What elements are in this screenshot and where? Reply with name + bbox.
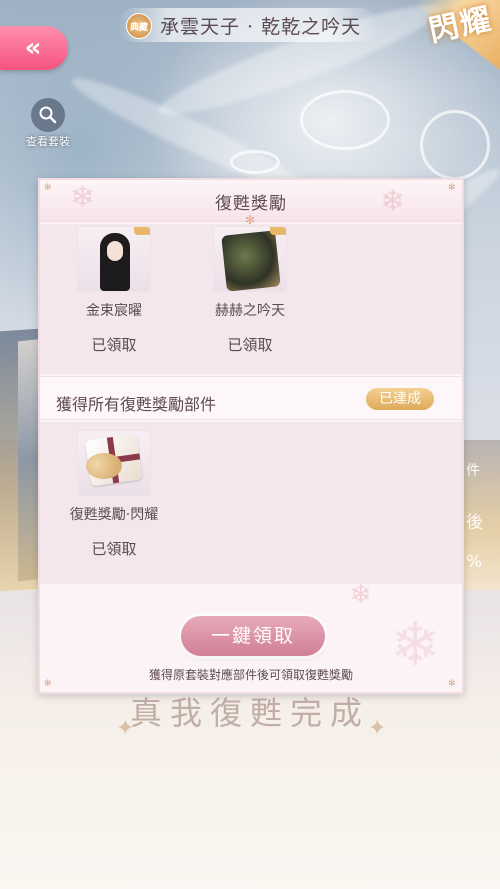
section-bar: 獲得所有復甦獎勵部件 已達成 <box>40 376 462 420</box>
double-chevron-left-icon: « <box>24 33 42 63</box>
section-title: 獲得所有復甦獎勵部件 <box>56 395 217 414</box>
search-icon <box>31 98 65 132</box>
reward-name: 金束宸曜 <box>86 303 142 319</box>
side-text-3: % <box>466 552 483 572</box>
side-text-2: 後 <box>466 513 483 533</box>
reward-thumbnail <box>77 226 151 292</box>
reward-thumbnail <box>213 226 287 292</box>
reward-item[interactable]: 復甦獎勵·閃耀 已領取 <box>59 430 169 559</box>
view-set-label: 查看套裝 <box>26 135 70 148</box>
claim-hint: 獲得原套裝對應部件後可領取復甦獎勵 <box>148 668 353 682</box>
view-set-button[interactable]: 查看套裝 <box>22 98 74 148</box>
claim-all-button[interactable]: 一鍵領取 <box>181 616 325 656</box>
dialog-header: ❄ ❄ 復甦獎勵 ✻ <box>40 180 462 227</box>
reward-status: 已領取 <box>85 538 142 559</box>
section-reward-grid: 復甦獎勵·閃耀 已領取 <box>40 422 462 584</box>
collection-badge: 典藏 <box>126 13 152 39</box>
back-button[interactable]: « <box>0 26 68 70</box>
reward-status: 已領取 <box>85 334 142 355</box>
page-title: 承雲天子 · 乾乾之吟天 <box>160 16 362 38</box>
side-text-1: 件 <box>466 463 480 479</box>
corner-ornament-icon: ✻ <box>44 183 52 193</box>
reward-item[interactable]: 金束宸曜 已領取 <box>59 226 169 355</box>
corner-ornament-icon: ✻ <box>448 183 456 193</box>
revival-complete-text: 真我復甦完成 <box>129 694 370 732</box>
reward-name: 復甦獎勵·閃耀 <box>69 507 159 523</box>
achieved-badge: 已達成 <box>366 388 434 410</box>
reward-status: 已領取 <box>221 334 278 355</box>
reward-grid: 金束宸曜 已領取 赫赫之吟天 已領取 <box>40 224 462 374</box>
top-bar: 閃耀 « 典藏 承雲天子 · 乾乾之吟天 <box>0 0 500 70</box>
reward-item[interactable]: 赫赫之吟天 已領取 <box>195 226 305 355</box>
reward-name: 赫赫之吟天 <box>215 303 285 319</box>
dialog-title: 復甦獎勵 <box>215 194 287 214</box>
reward-thumbnail <box>77 430 151 496</box>
snowflake-icon: ❄ <box>350 580 372 610</box>
revival-reward-dialog: ❄ ❄ 復甦獎勵 ✻ ✻ ✻ ✻ ✻ 金束宸曜 已領取 赫赫之吟天 已領取 獲得… <box>38 178 464 694</box>
